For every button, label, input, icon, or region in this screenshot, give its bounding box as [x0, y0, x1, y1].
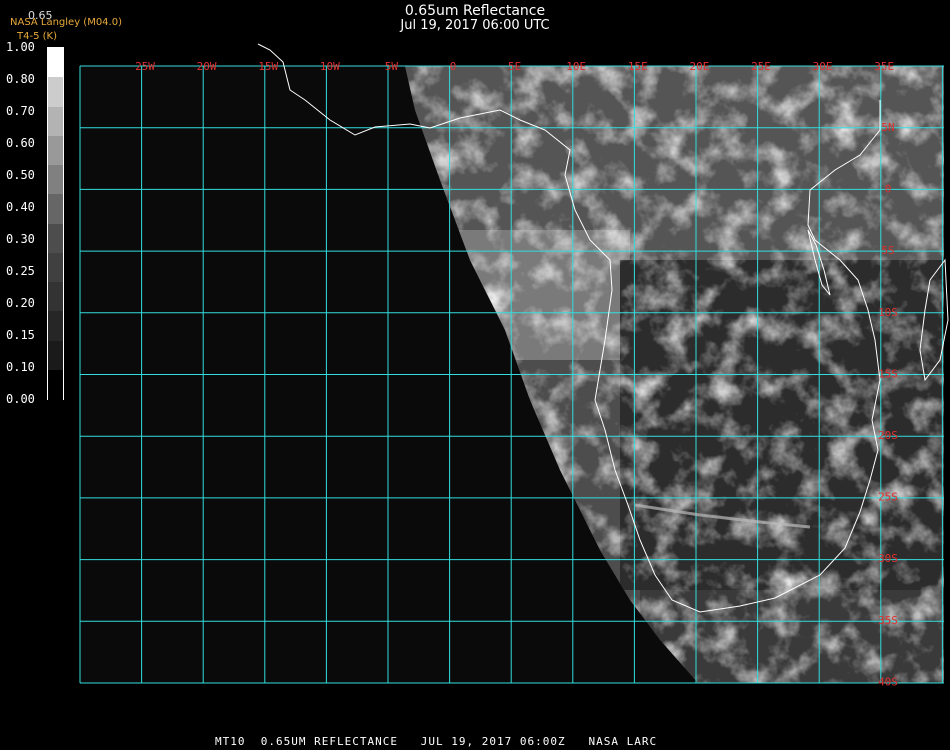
longitude-label: 5W: [385, 60, 399, 73]
colorbar-segment: [48, 223, 63, 254]
colorbar-tick-label: 0.30: [6, 232, 35, 246]
colorbar-segment: [48, 194, 63, 224]
longitude-label: 15W: [258, 60, 278, 73]
colorbar-segment: [48, 311, 63, 341]
satellite-map: 25W 20W 15W 10W 5W 0 5E 10E 15E 20E 25E 30E 35E 5N 0 5…: [79, 43, 949, 688]
colorbar-segment: [48, 106, 63, 137]
colorbar-tick-label: 0.70: [6, 104, 35, 118]
colorbar-tick-label: 1.00: [6, 40, 35, 54]
colorbar-segment: [48, 135, 63, 166]
footer-caption: MT10 0.65UM REFLECTANCE JUL 19, 2017 06:…: [215, 735, 658, 748]
colorbar-segment: [48, 340, 63, 371]
latitude-label: 30S: [878, 552, 898, 565]
longitude-label: 20W: [197, 60, 217, 73]
latitude-label: 15S: [878, 367, 898, 380]
image-title: 0.65um Reflectance: [404, 3, 546, 19]
longitude-label: 5E: [508, 60, 521, 73]
colorbar-segment: [48, 165, 63, 195]
longitude-label: 25W: [135, 60, 155, 73]
longitude-label: 15E: [628, 60, 648, 73]
colorbar-tick-label: 0.25: [6, 264, 35, 278]
longitude-label: 10E: [566, 60, 586, 73]
colorbar-segment: [48, 77, 63, 107]
colorbar: [47, 47, 64, 400]
longitude-label: 35E: [874, 60, 894, 73]
colorbar-segment: [48, 252, 63, 283]
latitude-label: 20S: [878, 429, 898, 442]
longitude-label: 30E: [813, 60, 833, 73]
colorbar-tick-label: 0.40: [6, 200, 35, 214]
longitude-label: 25E: [751, 60, 771, 73]
latitude-label: 5S: [881, 244, 894, 257]
colorbar-tick-label: 0.50: [6, 168, 35, 182]
colorbar-segment: [48, 48, 63, 78]
colorbar-segment: [48, 369, 63, 400]
latitude-label: 25S: [878, 491, 898, 504]
longitude-label: 20E: [689, 60, 709, 73]
colorbar-segment: [48, 282, 63, 312]
latitude-label: 40S: [878, 675, 898, 688]
colorbar-tick-label: 0.80: [6, 72, 35, 86]
image-datetime: Jul 19, 2017 06:00 UTC: [400, 18, 550, 33]
credit-label: NASA Langley (M04.0): [10, 17, 122, 28]
colorbar-tick-label: 0.10: [6, 360, 35, 374]
latitude-label: 5N: [881, 121, 894, 134]
latitude-label: 0: [885, 183, 892, 196]
latitude-label: 35S: [878, 614, 898, 627]
colorbar-tick-label: 0.00: [6, 392, 35, 406]
longitude-label: 10W: [320, 60, 340, 73]
longitude-label: 0: [450, 60, 457, 73]
colorbar-tick-label: 0.15: [6, 328, 35, 342]
latitude-label: 10S: [878, 306, 898, 319]
colorbar-tick-label: 0.60: [6, 136, 35, 150]
colorbar-tick-label: 0.20: [6, 296, 35, 310]
